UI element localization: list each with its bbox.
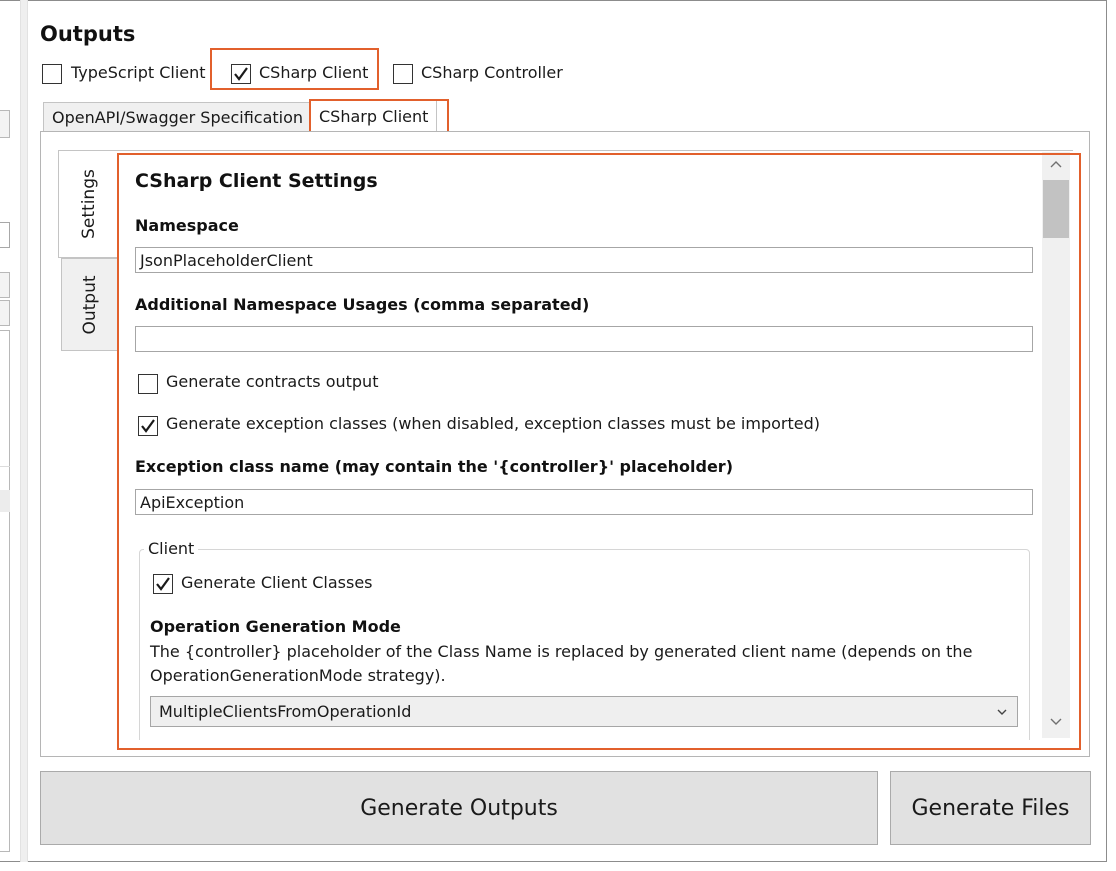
side-tab-label: Settings xyxy=(78,169,99,239)
side-tab-label: Output xyxy=(79,274,100,335)
left-pane-row[interactable] xyxy=(0,272,10,298)
side-tab-settings[interactable]: Settings xyxy=(58,150,118,258)
generate-outputs-button[interactable]: Generate Outputs xyxy=(40,771,878,845)
left-pane-list xyxy=(0,330,10,852)
left-pane-row[interactable] xyxy=(0,300,10,326)
generate-files-button[interactable]: Generate Files xyxy=(890,771,1091,845)
csharp-controller-checkbox[interactable] xyxy=(393,64,413,84)
left-pane-list-item[interactable] xyxy=(0,490,10,512)
csharp-controller-label: CSharp Controller xyxy=(421,63,563,82)
outputs-title: Outputs xyxy=(40,22,136,46)
typescript-client-checkbox[interactable] xyxy=(42,64,62,84)
left-pane-input[interactable] xyxy=(0,222,10,248)
left-pane-button[interactable] xyxy=(0,110,10,138)
highlight-settings-panel xyxy=(117,153,1081,750)
csharp-client-label: CSharp Client xyxy=(259,63,369,82)
tab-openapi-specification[interactable]: OpenAPI/Swagger Specification xyxy=(43,102,310,132)
side-tab-output[interactable]: Output xyxy=(61,258,118,351)
tab-label: OpenAPI/Swagger Specification xyxy=(52,107,304,127)
csharp-client-checkbox[interactable] xyxy=(231,64,251,84)
left-pane-divider xyxy=(0,466,10,467)
typescript-client-label: TypeScript Client xyxy=(71,63,206,82)
pane-splitter[interactable] xyxy=(20,0,28,862)
check-icon xyxy=(234,67,248,81)
